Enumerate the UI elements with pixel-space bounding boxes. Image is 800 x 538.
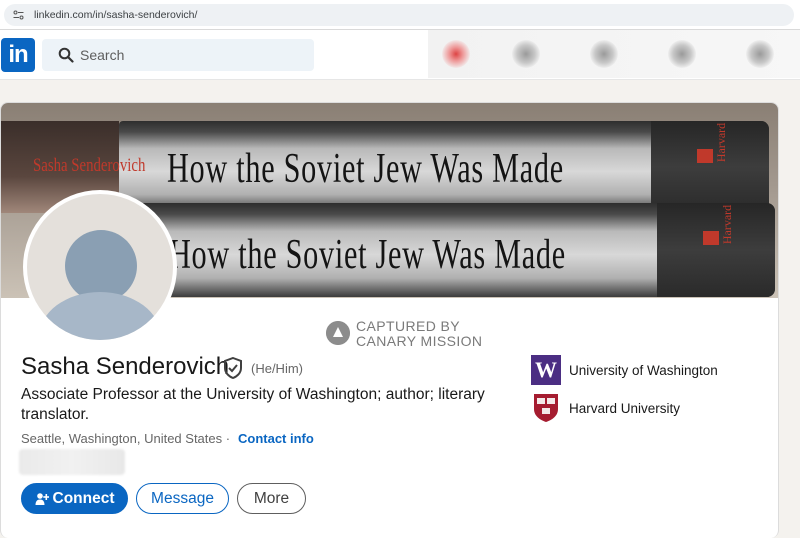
blurred-connections-count: [19, 449, 125, 475]
canary-mission-icon: [326, 321, 350, 345]
canary-mission-watermark: CAPTURED BY CANARY MISSION: [326, 317, 486, 349]
avatar-body: [39, 292, 161, 340]
banner-book-top: Sasha Senderovich How the Soviet Jew Was…: [33, 121, 769, 213]
search-placeholder: Search: [80, 47, 125, 63]
banner-book-bottom: How the Soviet Jew Was Made Harvard: [109, 203, 775, 297]
url-text[interactable]: linkedin.com/in/sasha-senderovich/: [34, 9, 197, 21]
book-author-text: Sasha Senderovich: [33, 155, 146, 176]
connect-button[interactable]: Connect: [21, 483, 128, 514]
publisher-mark-icon: [703, 231, 719, 245]
publisher-text: Harvard: [719, 204, 734, 245]
nav-blurred-icon[interactable]: [668, 40, 696, 68]
avatar[interactable]: [23, 190, 177, 344]
harvard-shield-icon: [534, 394, 558, 422]
add-person-icon: [35, 493, 49, 505]
verified-shield-icon[interactable]: [223, 357, 243, 379]
book-spine: Harvard: [651, 121, 769, 213]
book-spine: Harvard: [657, 203, 775, 297]
profile-headline: Associate Professor at the University of…: [21, 386, 485, 423]
location-separator: ·: [225, 431, 231, 446]
watermark-line2: CANARY MISSION: [356, 333, 483, 349]
publisher-text: Harvard: [713, 122, 728, 163]
contact-info-link[interactable]: Contact info: [238, 431, 314, 446]
book-title-text: How the Soviet Jew Was Made: [167, 146, 564, 192]
message-button[interactable]: Message: [136, 483, 229, 514]
url-field[interactable]: linkedin.com/in/sasha-senderovich/: [4, 4, 794, 26]
pronouns: (He/Him): [251, 361, 303, 376]
nav-blurred-icon[interactable]: [590, 40, 618, 68]
university-of-washington-logo: W: [531, 355, 561, 385]
more-button[interactable]: More: [237, 483, 306, 514]
location-text: Seattle, Washington, United States: [21, 431, 223, 446]
book-title-text: How the Soviet Jew Was Made: [169, 232, 566, 278]
site-info-icon[interactable]: [13, 10, 24, 20]
default-avatar-icon: [27, 194, 173, 340]
profile-location: Seattle, Washington, United States ·: [21, 431, 230, 446]
search-input[interactable]: Search: [42, 39, 314, 71]
nav-icons-blurred: [428, 30, 800, 78]
education-name: Harvard University: [569, 401, 681, 416]
nav-blurred-icon[interactable]: [512, 40, 540, 68]
top-nav: in Search: [0, 30, 800, 80]
publisher-mark-icon: [697, 149, 713, 163]
watermark-line1: CAPTURED BY: [356, 318, 460, 334]
browser-address-bar: linkedin.com/in/sasha-senderovich/: [0, 0, 800, 30]
nav-blurred-icon[interactable]: [746, 40, 774, 68]
education-name: University of Washington: [569, 363, 718, 378]
connect-label: Connect: [52, 490, 115, 507]
linkedin-logo[interactable]: in: [1, 38, 35, 72]
nav-blurred-icon[interactable]: [442, 40, 470, 68]
profile-card: Sasha Senderovich How the Soviet Jew Was…: [0, 102, 779, 538]
search-icon: [58, 47, 74, 63]
profile-name: Sasha Senderovich: [21, 353, 230, 380]
